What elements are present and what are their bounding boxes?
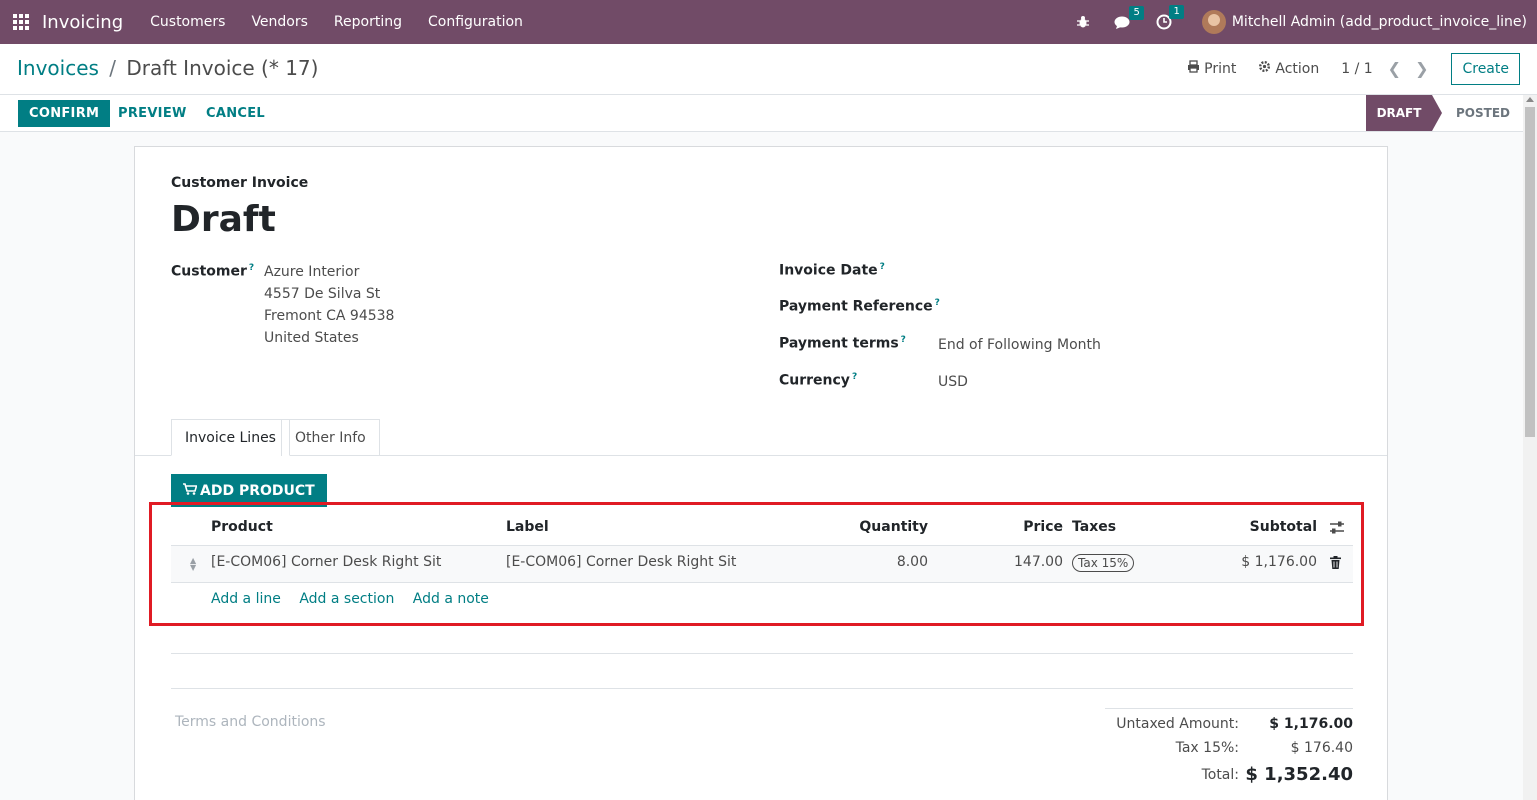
help-icon[interactable]: ? [935, 298, 940, 308]
app-name[interactable]: Invoicing [42, 12, 123, 33]
user-name: Mitchell Admin (add_product_invoice_line… [1231, 14, 1527, 30]
printer-icon [1187, 60, 1200, 77]
pager-value[interactable]: 1 / 1 [1341, 61, 1372, 77]
customer-street: 4557 De Silva St [264, 286, 381, 302]
help-icon[interactable]: ? [901, 335, 906, 345]
breadcrumb-current: Draft Invoice (* 17) [126, 56, 319, 80]
add-product-label: ADD PRODUCT [200, 482, 315, 499]
invoice-date-label: Invoice Date? [779, 262, 885, 279]
scroll-up-arrow-icon[interactable] [1526, 97, 1534, 102]
customer-country: United States [264, 330, 359, 346]
top-navbar: Invoicing Customers Vendors Reporting Co… [0, 0, 1537, 44]
untaxed-amount-value: $ 1,176.00 [1269, 716, 1353, 732]
customer-city: Fremont CA 94538 [264, 308, 395, 324]
activity-clock-icon[interactable]: 1 [1156, 5, 1184, 30]
tab-invoice-lines[interactable]: Invoice Lines [171, 419, 290, 456]
totals-summary: Untaxed Amount: $ 1,176.00 Tax 15%: $ 17… [1105, 708, 1353, 785]
terms-and-conditions-field[interactable]: Terms and Conditions [175, 714, 326, 730]
stage-draft: DRAFT [1366, 95, 1442, 131]
scrollbar-thumb[interactable] [1525, 107, 1535, 437]
stage-posted[interactable]: POSTED [1456, 95, 1510, 131]
control-panel: Invoices / Draft Invoice (* 17) Print Ac… [0, 44, 1537, 95]
total-label: Total: [1201, 767, 1239, 783]
user-menu[interactable]: Mitchell Admin (add_product_invoice_line… [1201, 10, 1527, 34]
pager-next-icon[interactable]: ❯ [1415, 59, 1428, 78]
currency-label: Currency? [779, 372, 858, 389]
menu-configuration[interactable]: Configuration [415, 14, 536, 30]
invoice-type: Customer Invoice [171, 175, 309, 191]
status-bar: CONFIRM PREVIEW CANCEL DRAFT POSTED [0, 95, 1523, 132]
cancel-button[interactable]: CANCEL [206, 100, 265, 127]
total-value: $ 1,352.40 [1245, 764, 1353, 785]
customer-name[interactable]: Azure Interior [264, 261, 394, 283]
help-icon[interactable]: ? [852, 372, 857, 382]
confirm-button[interactable]: CONFIRM [18, 100, 111, 127]
help-icon[interactable]: ? [880, 262, 885, 272]
customer-field[interactable]: Azure Interior 4557 De Silva St Fremont … [264, 261, 394, 349]
preview-button[interactable]: PREVIEW [118, 100, 187, 127]
activity-count-badge: 1 [1169, 5, 1184, 19]
tab-other-info[interactable]: Other Info [281, 419, 380, 456]
gear-icon [1258, 60, 1271, 77]
payment-terms-label: Payment terms? [779, 335, 906, 352]
untaxed-amount-label: Untaxed Amount: [1116, 716, 1239, 732]
print-button[interactable]: Print [1187, 60, 1236, 77]
breadcrumb: Invoices / Draft Invoice (* 17) [17, 56, 318, 80]
pager-previous-icon[interactable]: ❮ [1388, 59, 1401, 78]
customer-label: Customer? [171, 263, 255, 280]
create-button[interactable]: Create [1451, 52, 1520, 85]
action-button[interactable]: Action [1258, 60, 1319, 77]
breadcrumb-separator: / [109, 56, 117, 80]
apps-menu-icon[interactable] [0, 0, 42, 44]
tax-label: Tax 15%: [1175, 740, 1239, 756]
tax-value: $ 176.40 [1290, 740, 1353, 756]
debug-bug-icon[interactable] [1076, 15, 1090, 29]
divider [171, 653, 1353, 654]
invoice-lines-highlight-box [149, 502, 1364, 626]
menu-reporting[interactable]: Reporting [321, 14, 415, 30]
page-scrollbar[interactable] [1523, 95, 1537, 800]
avatar [1201, 10, 1226, 34]
shopping-cart-icon [183, 482, 198, 499]
breadcrumb-invoices-link[interactable]: Invoices [17, 56, 99, 80]
divider [171, 688, 1353, 689]
chat-icon[interactable]: 5 [1114, 5, 1144, 30]
action-label: Action [1275, 60, 1320, 77]
chat-count-badge: 5 [1129, 5, 1144, 20]
print-label: Print [1204, 60, 1237, 77]
menu-customers[interactable]: Customers [137, 14, 238, 30]
payment-reference-label: Payment Reference? [779, 298, 940, 315]
invoice-title: Draft [171, 199, 276, 240]
help-icon[interactable]: ? [249, 263, 254, 273]
currency-field[interactable]: USD [938, 374, 968, 390]
notebook-tabs: Invoice Lines Other Info [135, 419, 1387, 456]
menu-vendors[interactable]: Vendors [238, 14, 320, 30]
payment-terms-field[interactable]: End of Following Month [938, 337, 1101, 353]
form-sheet: Customer Invoice Draft Customer? Azure I… [134, 146, 1388, 800]
